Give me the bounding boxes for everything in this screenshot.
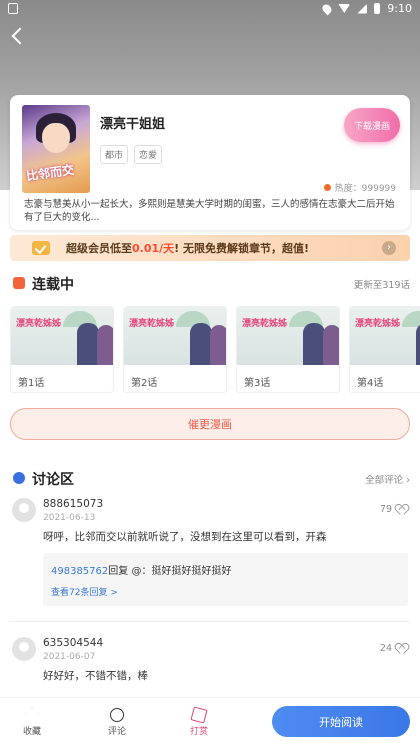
serial-updated[interactable]: 更新至319话 — [354, 277, 410, 291]
reply-line: 498385762回复 @：挺好挺好挺好挺好 — [51, 562, 231, 577]
like-button[interactable]: 79 — [380, 504, 406, 515]
cover-title: 比邻而交 — [25, 162, 75, 184]
thumb-figure — [97, 325, 113, 365]
heart-icon — [396, 505, 406, 514]
avatar[interactable] — [12, 637, 36, 661]
episode-card[interactable]: 漂亮乾姊姊 第3话 — [236, 306, 340, 393]
like-button[interactable]: 24 — [380, 643, 406, 654]
notification-icon — [8, 3, 18, 14]
comic-info-card: 比邻而交 漂亮干姐姐 都市 恋爱 下载漫画 热度：999999 志豪与慧美从小一… — [10, 95, 410, 230]
heat-indicator: 热度：999999 — [323, 181, 396, 194]
vip-check-icon — [32, 241, 50, 255]
thumb-figure — [77, 323, 99, 365]
episode-list: 漂亮乾姊姊 第1话 漂亮乾姊姊 第2话 漂亮乾姊姊 第3话 漂亮乾姊姊 第4话 — [10, 306, 420, 396]
episode-banner: 漂亮乾姊姊 — [242, 319, 288, 329]
synopsis: 志豪与慧美从小一起长大，多熙则是慧美大学时期的闺蜜，三人的感情在志豪大二后开始有… — [24, 199, 395, 223]
thumb-figure — [210, 325, 226, 365]
episode-card[interactable]: 漂亮乾姊姊 第4话 — [349, 306, 420, 393]
episode-label: 第1话 — [18, 378, 45, 389]
reply-user[interactable]: 498385762 — [51, 566, 108, 577]
episode-banner: 漂亮乾姊姊 — [129, 319, 175, 329]
comment-body: 好好好，不错不错，棒 — [43, 670, 148, 682]
chat-icon — [110, 708, 124, 722]
comment-label: 评论 — [107, 727, 126, 737]
vip-text: 超级会员低至0.01/天! 无限免费解锁章节，超值! — [66, 240, 309, 256]
wifi-icon — [338, 4, 351, 13]
location-icon — [320, 2, 334, 15]
collect-tab[interactable]: 收藏 — [12, 708, 52, 737]
divider — [10, 621, 410, 622]
thumb-figure — [303, 323, 325, 365]
bottom-bar: 收藏 评论 打赏 开始阅读 — [0, 697, 420, 747]
episode-label: 第3话 — [244, 378, 271, 389]
episode-thumbnail: 漂亮乾姊姊 — [11, 307, 113, 365]
heat-label: 热度：999999 — [334, 184, 396, 194]
star-icon — [25, 708, 39, 721]
all-comments-label: 全部评论 — [365, 475, 404, 486]
tag[interactable]: 恋爱 — [134, 145, 163, 164]
episode-label: 第4话 — [357, 378, 384, 389]
status-time: 9:10 — [387, 2, 412, 15]
comment-tab[interactable]: 评论 — [97, 708, 137, 737]
discussion-header: 讨论区 全部评论 › — [0, 468, 420, 488]
start-reading-button[interactable]: 开始阅读 — [272, 706, 410, 737]
serial-icon — [13, 277, 25, 289]
chevron-right-icon[interactable]: › — [382, 241, 396, 255]
episode-banner: 漂亮乾姊姊 — [355, 319, 401, 329]
comment-date: 2021-06-13 — [43, 513, 96, 523]
gift-icon — [190, 706, 208, 724]
comment-user[interactable]: 635304544 — [43, 637, 103, 649]
tag-list: 都市 恋爱 — [100, 145, 163, 164]
episode-thumbnail: 漂亮乾姊姊 — [350, 307, 420, 365]
cover-face — [42, 123, 70, 153]
episode-banner: 漂亮乾姊姊 — [16, 319, 62, 329]
thumb-figure — [190, 323, 212, 365]
tag[interactable]: 都市 — [100, 145, 129, 164]
heat-dot-icon — [323, 184, 331, 191]
collect-label: 收藏 — [22, 727, 41, 737]
thumb-figure — [323, 325, 339, 365]
vip-banner[interactable]: 超级会员低至0.01/天! 无限免费解锁章节，超值! › — [10, 235, 410, 261]
episode-thumbnail: 漂亮乾姊姊 — [124, 307, 226, 365]
comic-title: 漂亮干姐姐 — [100, 117, 166, 132]
comment-item: 635304544 2021-06-07 24 好好好，不错不错，棒 — [0, 637, 420, 692]
episode-thumbnail: 漂亮乾姊姊 — [237, 307, 339, 365]
thumb-figure — [416, 323, 420, 365]
episode-label: 第2话 — [131, 378, 158, 389]
episode-card[interactable]: 漂亮乾姊姊 第2话 — [123, 306, 227, 393]
vip-suffix: ! 无限免费解锁章节，超值! — [174, 242, 310, 255]
vip-prefix: 超级会员低至 — [66, 242, 132, 255]
download-button[interactable]: 下载漫画 — [344, 108, 400, 142]
comment-body: 呀呼，比邻而交以前就听说了，没想到在这里可以看到，开森 — [43, 531, 327, 543]
signal-icon — [357, 3, 368, 14]
like-count: 79 — [379, 504, 392, 515]
discussion-title: 讨论区 — [32, 472, 74, 488]
serial-header: 连载中 更新至319话 — [0, 273, 420, 293]
reply-box: 498385762回复 @：挺好挺好挺好挺好 查看72条回复 > — [43, 553, 408, 606]
thumb-umbrella — [402, 311, 420, 327]
discussion-icon — [13, 472, 25, 484]
status-bar: 9:10 — [0, 0, 420, 18]
vip-price: 0.01/天 — [132, 242, 175, 255]
all-comments-link[interactable]: 全部评论 › — [365, 472, 410, 486]
urge-update-button[interactable]: 催更漫画 — [10, 408, 410, 440]
avatar[interactable] — [12, 498, 36, 522]
battery-icon — [374, 3, 381, 14]
reward-tab[interactable]: 打赏 — [179, 706, 219, 737]
reward-label: 打赏 — [189, 727, 208, 737]
comment-item: 888615073 2021-06-13 79 呀呼，比邻而交以前就听说了，没想… — [0, 498, 420, 628]
view-replies-link[interactable]: 查看72条回复 > — [51, 585, 118, 598]
serial-title: 连载中 — [32, 277, 74, 293]
reply-text: 回复 @：挺好挺好挺好挺好 — [108, 566, 232, 577]
comment-user[interactable]: 888615073 — [43, 498, 103, 510]
comic-cover[interactable]: 比邻而交 — [22, 105, 90, 193]
episode-card[interactable]: 漂亮乾姊姊 第1话 — [10, 306, 114, 393]
comment-date: 2021-06-07 — [43, 652, 96, 662]
heart-icon — [396, 644, 406, 653]
like-count: 24 — [379, 643, 392, 654]
